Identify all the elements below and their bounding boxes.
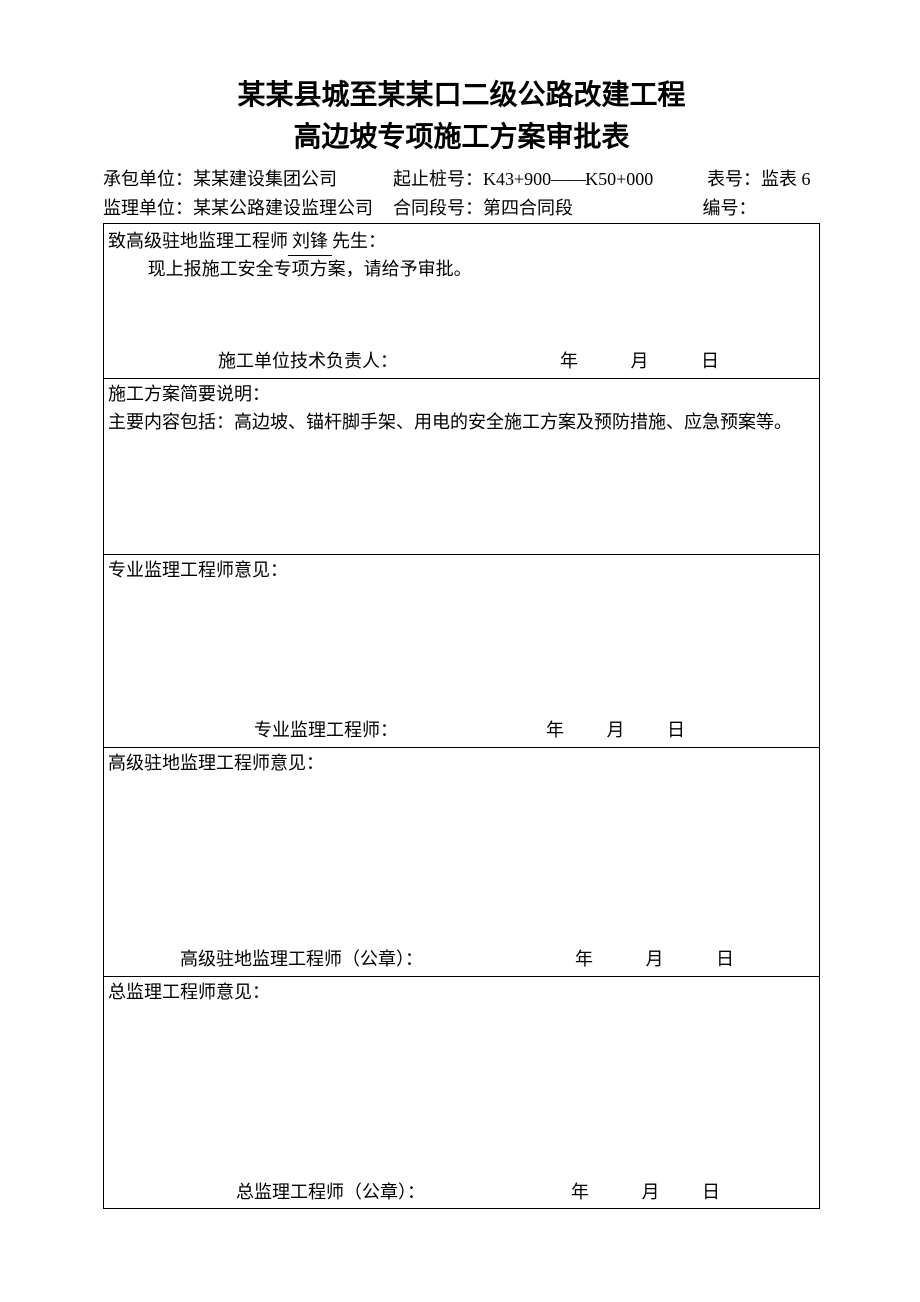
stake-label: 起止桩号： [393, 169, 483, 189]
sig-day-3: 日 [667, 720, 685, 740]
sig-label-pro: 专业监理工程师： [254, 717, 398, 745]
serial-label: 编号： [703, 198, 757, 218]
sig-year-3: 年 [546, 720, 564, 740]
sig-day: 日 [701, 351, 719, 371]
stake-value-post: K50+000 [585, 169, 653, 189]
approval-table: 致高级驻地监理工程师刘锋先生： 现上报施工安全专项方案，请给予审批。 施工单位技… [103, 223, 820, 1210]
senior-heading: 高级驻地监理工程师意见： [108, 750, 815, 778]
cell-brief: 施工方案简要说明： 主要内容包括：高边坡、锚杆脚手架、用电的安全施工方案及预防措… [104, 378, 819, 554]
title-line-2: 高边坡专项施工方案审批表 [103, 117, 820, 159]
sig-day-4: 日 [716, 949, 734, 969]
cell-chief-engineer: 总监理工程师意见： 总监理工程师（公章）： 年 月 日 [104, 976, 819, 1209]
submit-body: 现上报施工安全专项方案，请给予审批。 [108, 256, 815, 284]
contractor-value: 某某建设集团公司 [193, 169, 337, 189]
salutation-pre: 致高级驻地监理工程师 [108, 231, 288, 251]
sig-day-5: 日 [702, 1182, 720, 1202]
sig-year-4: 年 [575, 949, 593, 969]
brief-body: 主要内容包括：高边坡、锚杆脚手架、用电的安全施工方案及预防措施、应急预案等。 [108, 409, 815, 437]
meta-row-2: 监理单位：某某公路建设监理公司 合同段号：第四合同段 编号： [103, 194, 820, 223]
supervisor-value: 某某公路建设监理公司 [193, 198, 373, 218]
cell-submit: 致高级驻地监理工程师刘锋先生： 现上报施工安全专项方案，请给予审批。 施工单位技… [104, 224, 819, 379]
section-label: 合同段号： [393, 198, 483, 218]
contractor-label: 承包单位： [103, 169, 193, 189]
section-value: 第四合同段 [483, 198, 573, 218]
formno-label: 表号： [707, 169, 761, 189]
sig-month-3: 月 [607, 720, 625, 740]
title-line-1: 某某县城至某某口二级公路改建工程 [103, 75, 820, 117]
cell-senior-engineer: 高级驻地监理工程师意见： 高级驻地监理工程师（公章）： 年 月 日 [104, 747, 819, 976]
sig-year: 年 [560, 351, 578, 371]
chief-heading: 总监理工程师意见： [108, 979, 815, 1007]
salutation-name: 刘锋 [288, 228, 332, 257]
meta-block: 承包单位：某某建设集团公司 起止桩号：K43+900——K50+000 表号：监… [103, 165, 820, 223]
pro-heading: 专业监理工程师意见： [108, 557, 815, 585]
cell-pro-engineer: 专业监理工程师意见： 专业监理工程师： 年 月 日 [104, 554, 819, 747]
supervisor-label: 监理单位： [103, 198, 193, 218]
sig-label-chief: 总监理工程师（公章）： [236, 1179, 425, 1207]
sig-label-senior: 高级驻地监理工程师（公章）： [180, 946, 423, 974]
stake-dash: —— [551, 169, 585, 189]
meta-row-1: 承包单位：某某建设集团公司 起止桩号：K43+900——K50+000 表号：监… [103, 165, 820, 194]
sig-label-constructor: 施工单位技术负责人： [218, 348, 398, 376]
salutation-post: 先生： [332, 231, 386, 251]
sig-month-4: 月 [646, 949, 664, 969]
sig-month: 月 [631, 351, 649, 371]
formno-value: 监表 6 [761, 169, 811, 189]
brief-heading: 施工方案简要说明： [108, 381, 815, 409]
sig-month-5: 月 [642, 1182, 660, 1202]
sig-year-5: 年 [571, 1182, 589, 1202]
stake-value-pre: K43+900 [483, 169, 551, 189]
